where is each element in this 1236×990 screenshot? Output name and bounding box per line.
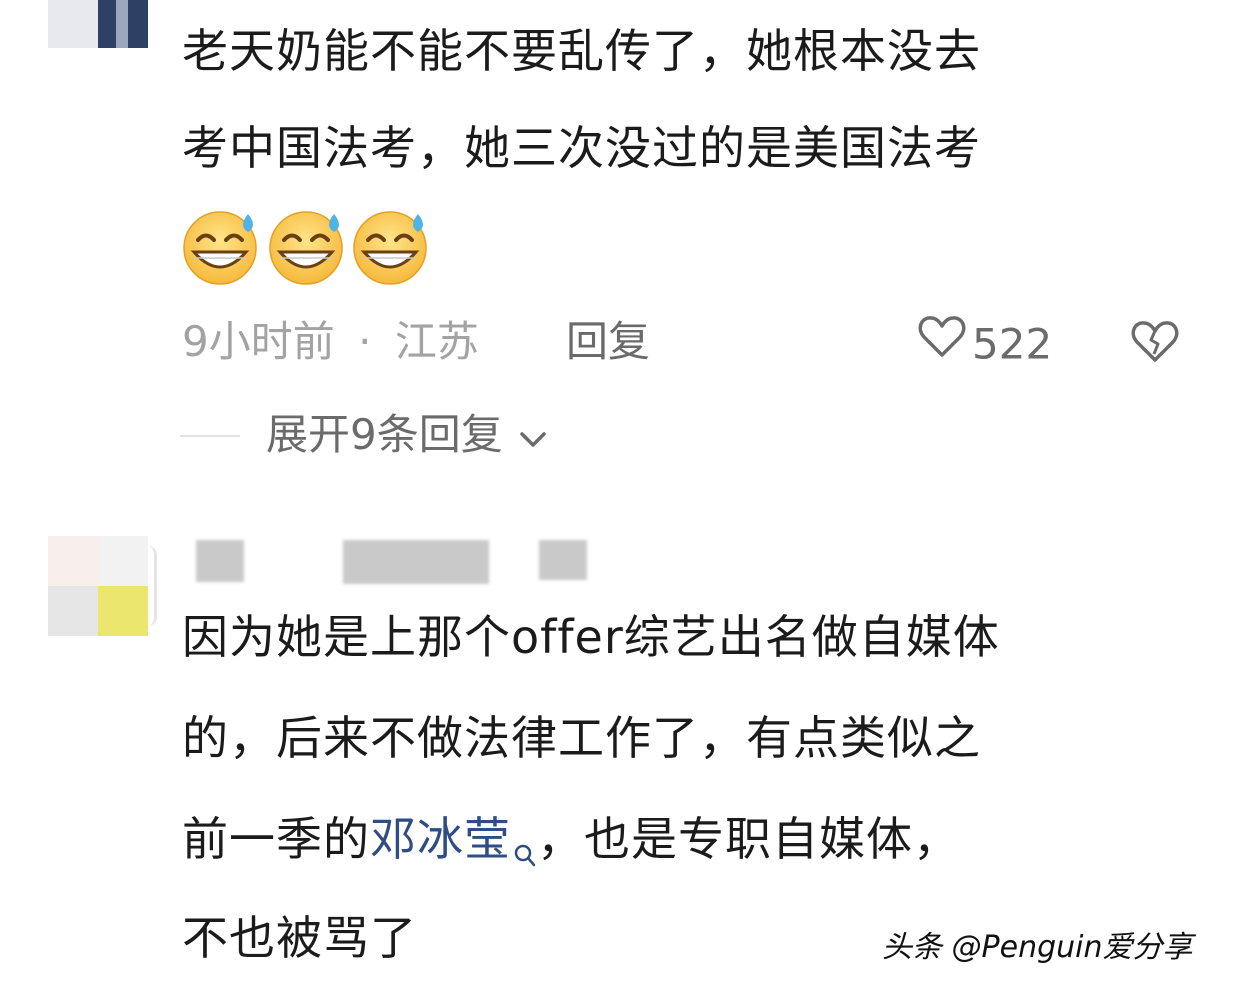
comment-1-meta: 9小时前 · 江苏: [182, 312, 479, 372]
comment-1-line-2: 考中国法考，她三次没过的是美国法考: [182, 121, 981, 175]
dislike-button[interactable]: [1130, 318, 1180, 366]
sweat-smile-emoji: [183, 211, 427, 285]
comment-2-line-3-end: ，也是专职自媒体，: [537, 812, 960, 866]
emoji-row: [180, 206, 440, 286]
comment-2-line-1: 因为她是上那个offer综艺出名做自媒体: [182, 610, 1000, 664]
expand-replies-button[interactable]: 展开9条回复: [266, 405, 548, 465]
username-mask-3: [539, 540, 587, 580]
reply-button[interactable]: 回复: [566, 312, 650, 372]
comment-location: 江苏: [394, 317, 479, 366]
comment-2-line-3: 前一季的邓冰莹 ，也是专职自媒体，: [182, 791, 1192, 901]
search-icon: [513, 805, 537, 901]
expand-divider: [180, 435, 240, 437]
avatar-top[interactable]: [48, 0, 148, 48]
search-link[interactable]: 邓冰莹: [370, 812, 537, 867]
meta-separator: ·: [358, 317, 372, 366]
comment-2-line-2: 的，后来不做法律工作了，有点类似之: [182, 711, 981, 765]
username-mask-1: [196, 540, 244, 582]
search-link-text: 邓冰莹: [370, 812, 511, 866]
broken-heart-icon: [1131, 321, 1179, 362]
username-mask-2: [343, 540, 489, 584]
like-button[interactable]: 522: [918, 312, 1052, 372]
comment-1-line-1: 老天奶能不能不要乱传了，她根本没去: [182, 24, 981, 78]
comment-time: 9小时前: [182, 317, 335, 366]
expand-replies-label: 展开9条回复: [266, 410, 503, 459]
comment-2-line-3-start: 前一季的: [182, 812, 370, 866]
watermark: 头条 @Penguin爱分享: [882, 930, 1193, 965]
chevron-down-icon: [518, 408, 548, 468]
avatar-2[interactable]: [48, 536, 158, 640]
like-count: 522: [972, 319, 1053, 369]
heart-outline-icon: [918, 315, 966, 375]
